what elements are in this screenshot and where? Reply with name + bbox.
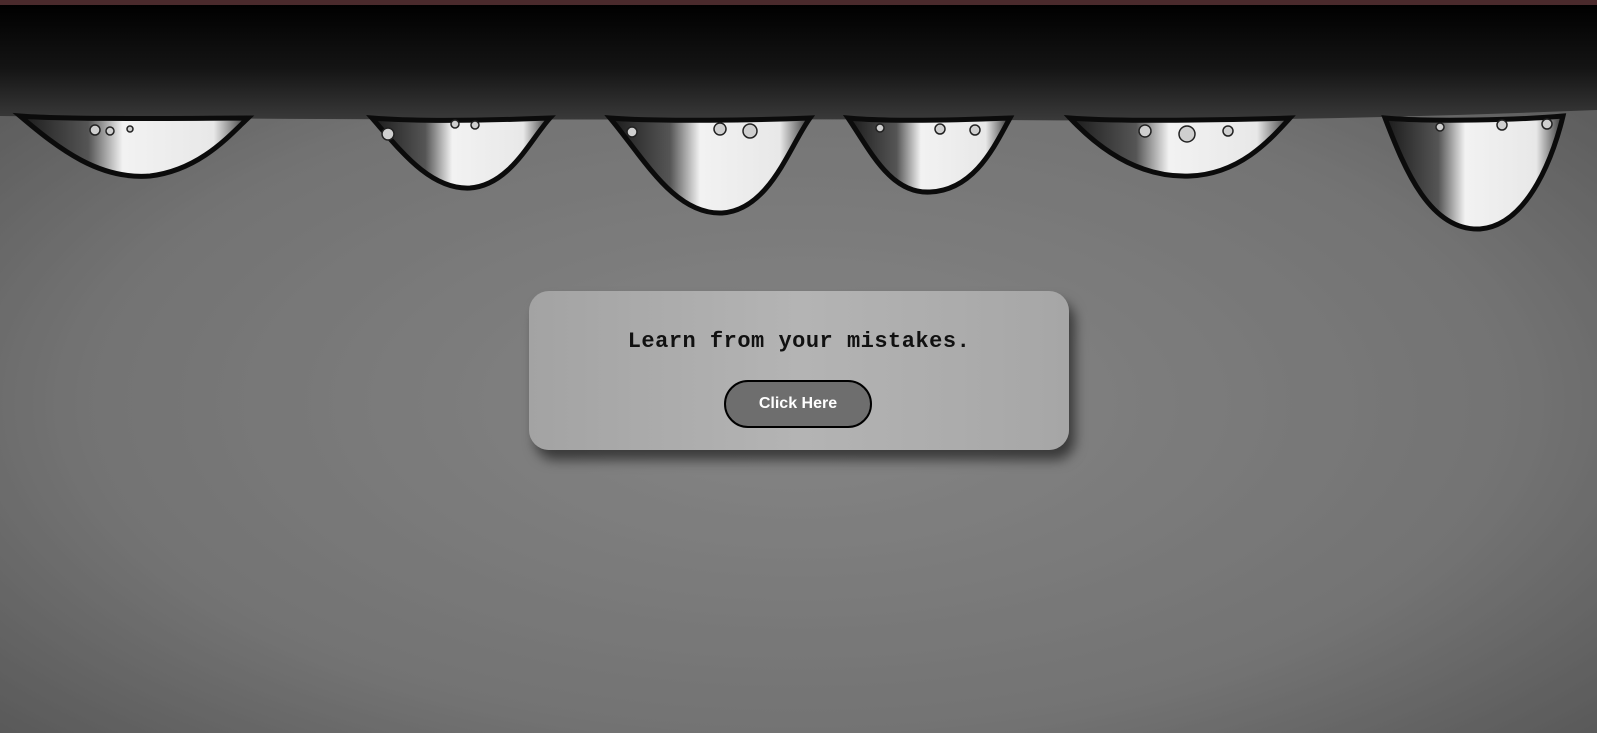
hero-message: Learn from your mistakes.: [627, 329, 971, 354]
click-here-button[interactable]: Click Here: [724, 380, 872, 428]
top-accent-strip: [0, 0, 1597, 5]
message-card: Learn from your mistakes. Click Here: [529, 291, 1069, 450]
page: Learn from your mistakes. Click Here: [0, 0, 1597, 733]
